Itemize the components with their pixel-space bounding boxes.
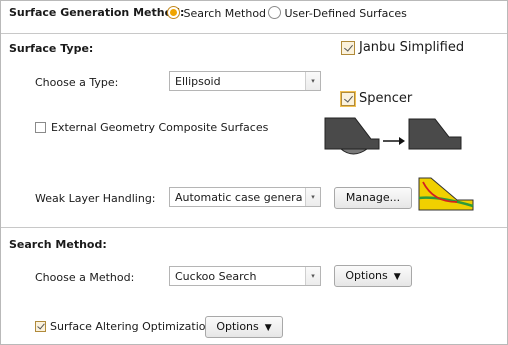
chevron-down-icon: ▼ [264,323,272,333]
radio-search-method[interactable]: Search Method [167,6,266,20]
method-dropdown-value: Cuckoo Search [175,270,257,283]
radio-search-method-dot[interactable] [167,6,180,19]
method-dropdown[interactable]: Cuckoo Search ▾ [169,266,321,286]
radio-search-method-label: Search Method [183,7,267,20]
surface-altering-options-button[interactable]: Options ▼ [205,316,283,338]
choose-method-label: Choose a Method: [35,271,135,284]
radio-user-defined[interactable]: User-Defined Surfaces [268,6,407,20]
type-dropdown-value: Ellipsoid [175,75,221,88]
divider-middle [1,227,507,228]
external-geometry-label: External Geometry Composite Surfaces [51,121,269,134]
radio-user-defined-dot[interactable] [268,6,281,19]
surface-altering-checkbox[interactable] [35,321,46,332]
search-method-heading: Search Method: [9,238,107,251]
surface-altering-label: Surface Altering Optimization [50,320,213,333]
divider-top [1,33,507,34]
weak-layer-label: Weak Layer Handling: [35,192,156,205]
weak-layer-dropdown-value: Automatic case generatio [175,191,302,204]
surface-options-panel: Surface Generation Method: Search Method… [0,0,508,345]
surface-altering-options-label: Options [216,320,259,333]
dropdown-arrow-icon[interactable]: ▾ [305,72,320,90]
janbu-label: Janbu Simplified [359,40,465,55]
dropdown-arrow-icon[interactable]: ▾ [305,188,320,206]
spencer-label: Spencer [359,91,413,106]
surface-generation-label: Surface Generation Method: [9,6,185,19]
dropdown-arrow-icon[interactable]: ▾ [305,267,320,285]
janbu-checkbox[interactable] [341,41,355,55]
choose-type-label: Choose a Type: [35,76,119,89]
method-options-button[interactable]: Options ▼ [334,265,412,287]
manage-button[interactable]: Manage... [334,187,412,209]
method-options-label: Options [345,269,388,282]
chevron-down-icon: ▼ [393,272,401,282]
surface-type-heading: Surface Type: [9,42,94,55]
spencer-checkbox[interactable] [341,92,355,106]
type-dropdown[interactable]: Ellipsoid ▾ [169,71,321,91]
external-geometry-checkbox[interactable] [35,122,46,133]
radio-user-defined-label: User-Defined Surfaces [284,7,407,20]
weak-layer-dropdown[interactable]: Automatic case generatio ▾ [169,187,321,207]
composite-surface-transform-icon [324,117,462,155]
weak-layer-slope-icon [418,177,474,211]
